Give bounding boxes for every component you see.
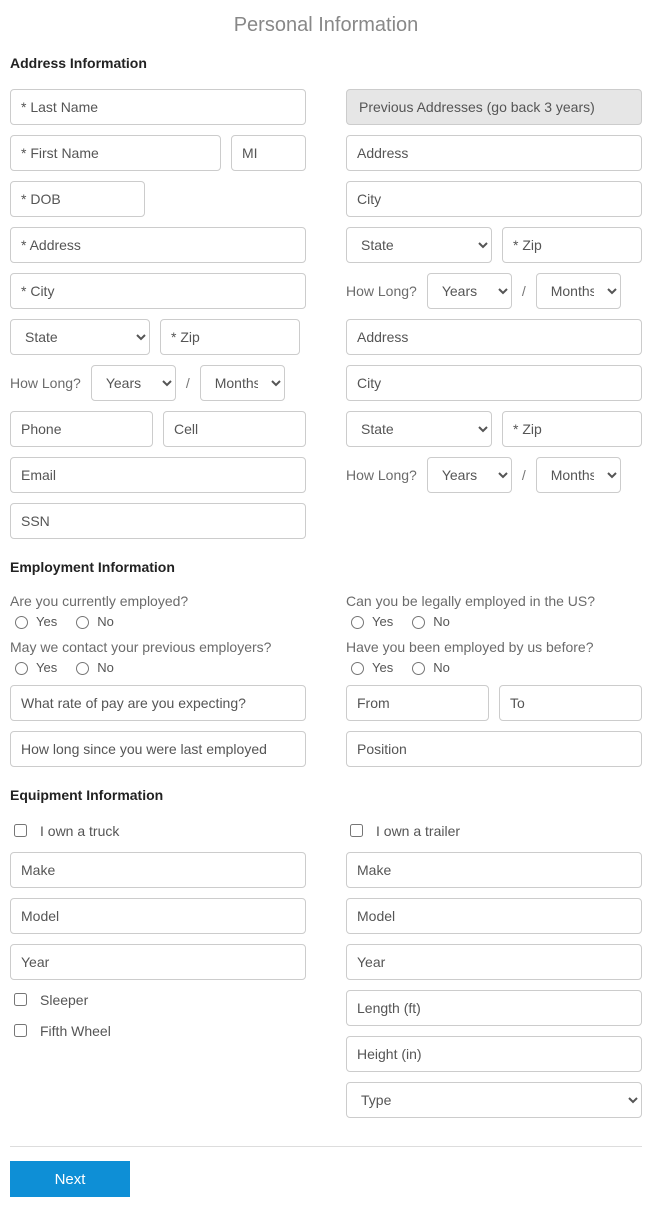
q1-no-label: No	[97, 614, 114, 629]
prev2-state-select[interactable]: State	[346, 411, 492, 447]
q4-yes-radio[interactable]	[351, 662, 364, 675]
last-name-input[interactable]	[10, 89, 306, 125]
own-trailer-label: I own a trailer	[376, 823, 460, 839]
to-input[interactable]	[499, 685, 642, 721]
first-name-input[interactable]	[10, 135, 221, 171]
prev1-months-select[interactable]: Months	[536, 273, 621, 309]
prev2-zip-input[interactable]	[502, 411, 642, 447]
ssn-input[interactable]	[10, 503, 306, 539]
truck-make-input[interactable]	[10, 852, 306, 888]
section-employment: Employment Information	[10, 559, 642, 575]
trailer-height-input[interactable]	[346, 1036, 642, 1072]
q2-no-radio[interactable]	[76, 662, 89, 675]
from-input[interactable]	[346, 685, 489, 721]
fifthwheel-checkbox[interactable]	[14, 1024, 27, 1037]
trailer-model-input[interactable]	[346, 898, 642, 934]
own-truck-label: I own a truck	[40, 823, 119, 839]
phone-input[interactable]	[10, 411, 153, 447]
truck-model-input[interactable]	[10, 898, 306, 934]
position-input[interactable]	[346, 731, 642, 767]
divider	[10, 1146, 642, 1147]
q3-yes-label: Yes	[372, 614, 393, 629]
prev1-zip-input[interactable]	[502, 227, 642, 263]
cell-input[interactable]	[163, 411, 306, 447]
own-trailer-checkbox[interactable]	[350, 824, 363, 837]
prev1-city-input[interactable]	[346, 181, 642, 217]
email-input[interactable]	[10, 457, 306, 493]
trailer-length-input[interactable]	[346, 990, 642, 1026]
q4-yes-label: Yes	[372, 660, 393, 675]
truck-year-input[interactable]	[10, 944, 306, 980]
sleeper-label: Sleeper	[40, 992, 88, 1008]
q1-yes-radio[interactable]	[15, 616, 28, 629]
page-title: Personal Information	[10, 14, 642, 37]
own-truck-checkbox[interactable]	[14, 824, 27, 837]
months-select[interactable]: Months	[200, 365, 285, 401]
prev2-months-select[interactable]: Months	[536, 457, 621, 493]
state-select[interactable]: State	[10, 319, 150, 355]
emp-q1: Are you currently employed?	[10, 593, 306, 609]
q1-yes-label: Yes	[36, 614, 57, 629]
q2-yes-radio[interactable]	[15, 662, 28, 675]
emp-q3: Can you be legally employed in the US?	[346, 593, 642, 609]
emp-q4: Have you been employed by us before?	[346, 639, 642, 655]
q3-no-label: No	[433, 614, 450, 629]
prev1-years-select[interactable]: Years	[427, 273, 512, 309]
prev2-address-input[interactable]	[346, 319, 642, 355]
prev-addresses-header: Previous Addresses (go back 3 years)	[346, 89, 642, 125]
slash-sep: /	[186, 375, 190, 391]
q3-no-radio[interactable]	[412, 616, 425, 629]
zip-input[interactable]	[160, 319, 300, 355]
q4-no-label: No	[433, 660, 450, 675]
sleeper-checkbox[interactable]	[14, 993, 27, 1006]
emp-q2: May we contact your previous employers?	[10, 639, 306, 655]
trailer-type-select[interactable]: Type	[346, 1082, 642, 1118]
q2-no-label: No	[97, 660, 114, 675]
prev2-years-select[interactable]: Years	[427, 457, 512, 493]
trailer-make-input[interactable]	[346, 852, 642, 888]
prev1-state-select[interactable]: State	[346, 227, 492, 263]
years-select[interactable]: Years	[91, 365, 176, 401]
fifthwheel-label: Fifth Wheel	[40, 1023, 111, 1039]
rate-input[interactable]	[10, 685, 306, 721]
prev1-slash: /	[522, 283, 526, 299]
q3-yes-radio[interactable]	[351, 616, 364, 629]
next-button[interactable]: Next	[10, 1161, 130, 1197]
since-input[interactable]	[10, 731, 306, 767]
q4-no-radio[interactable]	[412, 662, 425, 675]
prev2-howlong-label: How Long?	[346, 467, 417, 483]
trailer-year-input[interactable]	[346, 944, 642, 980]
q1-no-radio[interactable]	[76, 616, 89, 629]
prev2-slash: /	[522, 467, 526, 483]
prev1-address-input[interactable]	[346, 135, 642, 171]
address-input[interactable]	[10, 227, 306, 263]
howlong-label: How Long?	[10, 375, 81, 391]
section-address: Address Information	[10, 55, 642, 71]
mi-input[interactable]	[231, 135, 306, 171]
dob-input[interactable]	[10, 181, 145, 217]
section-equipment: Equipment Information	[10, 787, 642, 803]
prev1-howlong-label: How Long?	[346, 283, 417, 299]
q2-yes-label: Yes	[36, 660, 57, 675]
prev2-city-input[interactable]	[346, 365, 642, 401]
city-input[interactable]	[10, 273, 306, 309]
